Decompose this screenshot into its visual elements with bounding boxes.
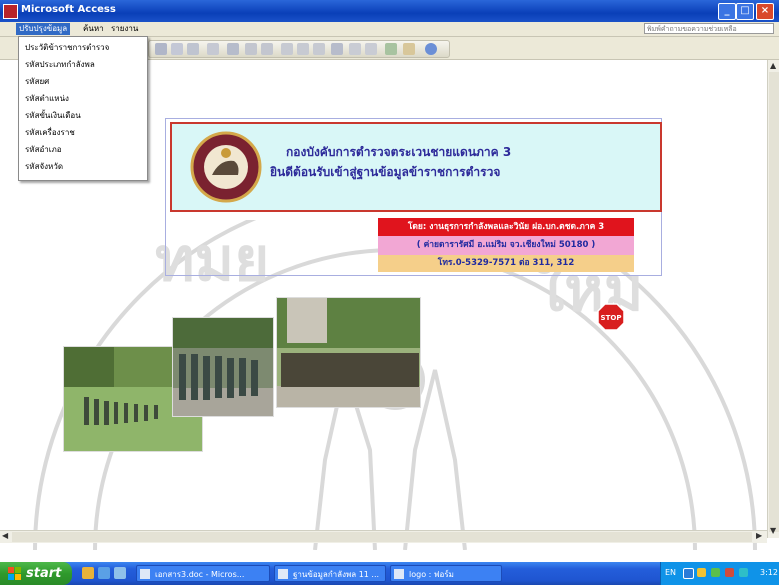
stop-label: STOP bbox=[601, 314, 622, 322]
quicklaunch-firefox-icon[interactable] bbox=[82, 567, 94, 579]
delete-record-icon[interactable] bbox=[365, 43, 377, 55]
minimize-button[interactable]: _ bbox=[718, 3, 736, 20]
sort-descending-icon[interactable] bbox=[261, 43, 273, 55]
stop-button[interactable]: STOP bbox=[597, 303, 625, 331]
title-bar: Microsoft Access _ □ × bbox=[0, 0, 779, 22]
menu-item-police-history[interactable]: ประวัติข้าราชการตำรวจ bbox=[25, 41, 109, 55]
menu-item-personnel-type-code[interactable]: รหัสประเภทกำลังพล bbox=[25, 58, 95, 72]
menu-bar: ปรับปรุงข้อมูล ค้นหา รายงาน พิมพ์คำถามขอ… bbox=[0, 22, 779, 37]
vertical-scroll-thumb[interactable] bbox=[769, 72, 779, 532]
scroll-left-icon[interactable]: ◀ bbox=[2, 531, 8, 540]
database-window-icon[interactable] bbox=[385, 43, 397, 55]
menu-report[interactable]: รายงาน bbox=[108, 23, 141, 35]
banner-title: กองบังคับการตำรวจตระเวนชายแดนภาค 3 bbox=[286, 145, 512, 159]
tray-antivirus-icon[interactable] bbox=[711, 568, 720, 577]
access-icon bbox=[278, 569, 288, 579]
credit-line-address: ( ค่ายดารารัศมี อ.แม่ริม จว.เชียงใหม่ 50… bbox=[378, 236, 634, 255]
photo-officers-formation bbox=[276, 297, 421, 408]
toolbar-strip bbox=[148, 40, 450, 58]
task-label: logo : ฟอร์ม bbox=[409, 570, 454, 579]
photo-officers-lineup bbox=[172, 317, 274, 417]
hyperlink-icon[interactable] bbox=[227, 43, 239, 55]
new-record-icon[interactable] bbox=[349, 43, 361, 55]
filter-by-form-icon[interactable] bbox=[297, 43, 309, 55]
filter-icon[interactable] bbox=[281, 43, 293, 55]
undo-icon[interactable] bbox=[207, 43, 219, 55]
system-tray: EN 3:12 bbox=[660, 562, 779, 585]
sort-ascending-icon[interactable] bbox=[245, 43, 257, 55]
menu-item-district-code[interactable]: รหัสอำเภอ bbox=[25, 143, 62, 157]
menu-item-decoration-code[interactable]: รหัสเครื่องราช bbox=[25, 126, 75, 140]
clock: 3:12 bbox=[760, 568, 778, 577]
police-emblem-icon bbox=[190, 131, 262, 203]
banner-subtitle: ยินดีต้อนรับเข้าสู่ฐานข้อมูลข้าราชการตำร… bbox=[270, 165, 501, 179]
start-button[interactable]: start bbox=[0, 562, 72, 585]
close-button[interactable]: × bbox=[756, 3, 774, 20]
task-word-document[interactable]: เอกสาร3.doc - Micros... bbox=[136, 565, 270, 582]
scroll-right-icon[interactable]: ▶ bbox=[756, 531, 762, 540]
menu-item-rank-code[interactable]: รหัสยศ bbox=[25, 75, 49, 89]
help-icon[interactable] bbox=[425, 43, 437, 55]
cut-icon[interactable] bbox=[155, 43, 167, 55]
form-icon bbox=[394, 569, 404, 579]
scroll-down-icon[interactable]: ▼ bbox=[770, 526, 776, 535]
language-indicator[interactable]: EN bbox=[665, 568, 676, 577]
horizontal-scroll-thumb[interactable] bbox=[12, 532, 752, 542]
task-label: ฐานข้อมูลกำลังพล 11 ... bbox=[293, 570, 380, 579]
tray-app-icon[interactable] bbox=[725, 568, 734, 577]
start-label: start bbox=[26, 566, 62, 581]
copy-icon[interactable] bbox=[171, 43, 183, 55]
find-icon[interactable] bbox=[331, 43, 343, 55]
taskbar: start เอกสาร3.doc - Micros... ฐานข้อมูลก… bbox=[0, 562, 779, 585]
credit-line-author: โดย: งานธุรการกำลังพลและวินัย ฝอ.บก.ตชด.… bbox=[378, 218, 634, 236]
menu-search[interactable]: ค้นหา bbox=[80, 23, 107, 35]
menu-item-salary-step-code[interactable]: รหัสขั้นเงินเดือน bbox=[25, 109, 81, 123]
word-icon bbox=[140, 569, 150, 579]
tray-volume-icon[interactable] bbox=[739, 568, 748, 577]
windows-flag-icon bbox=[8, 567, 21, 580]
task-logo-form[interactable]: logo : ฟอร์ม bbox=[390, 565, 502, 582]
paste-icon[interactable] bbox=[187, 43, 199, 55]
horizontal-scrollbar[interactable]: ◀ ▶ bbox=[0, 530, 767, 543]
tray-network-icon[interactable] bbox=[683, 568, 694, 579]
window-title: Microsoft Access bbox=[21, 4, 116, 15]
menu-update-data[interactable]: ปรับปรุงข้อมูล bbox=[16, 23, 71, 35]
task-access-database[interactable]: ฐานข้อมูลกำลังพล 11 ... bbox=[274, 565, 386, 582]
credit-line-phone: โทร.0-5329-7571 ต่อ 311, 312 bbox=[378, 255, 634, 272]
update-data-dropdown: ประวัติข้าราชการตำรวจ รหัสประเภทกำลังพล … bbox=[18, 36, 148, 181]
menu-item-province-code[interactable]: รหัสจังหวัด bbox=[25, 160, 63, 174]
help-search-input[interactable]: พิมพ์คำถามขอความช่วยเหลือ bbox=[644, 23, 774, 34]
apply-filter-icon[interactable] bbox=[313, 43, 325, 55]
menu-item-position-code[interactable]: รหัสตำแหน่ง bbox=[25, 92, 69, 106]
scroll-up-icon[interactable]: ▲ bbox=[770, 61, 776, 70]
quicklaunch-media-icon[interactable] bbox=[114, 567, 126, 579]
access-app-icon bbox=[3, 4, 18, 19]
tray-security-icon[interactable] bbox=[697, 568, 706, 577]
maximize-button[interactable]: □ bbox=[736, 3, 754, 20]
task-label: เอกสาร3.doc - Micros... bbox=[155, 570, 245, 579]
new-object-icon[interactable] bbox=[403, 43, 415, 55]
quicklaunch-ie-icon[interactable] bbox=[98, 567, 110, 579]
vertical-scrollbar[interactable]: ▲ ▼ bbox=[767, 60, 779, 538]
